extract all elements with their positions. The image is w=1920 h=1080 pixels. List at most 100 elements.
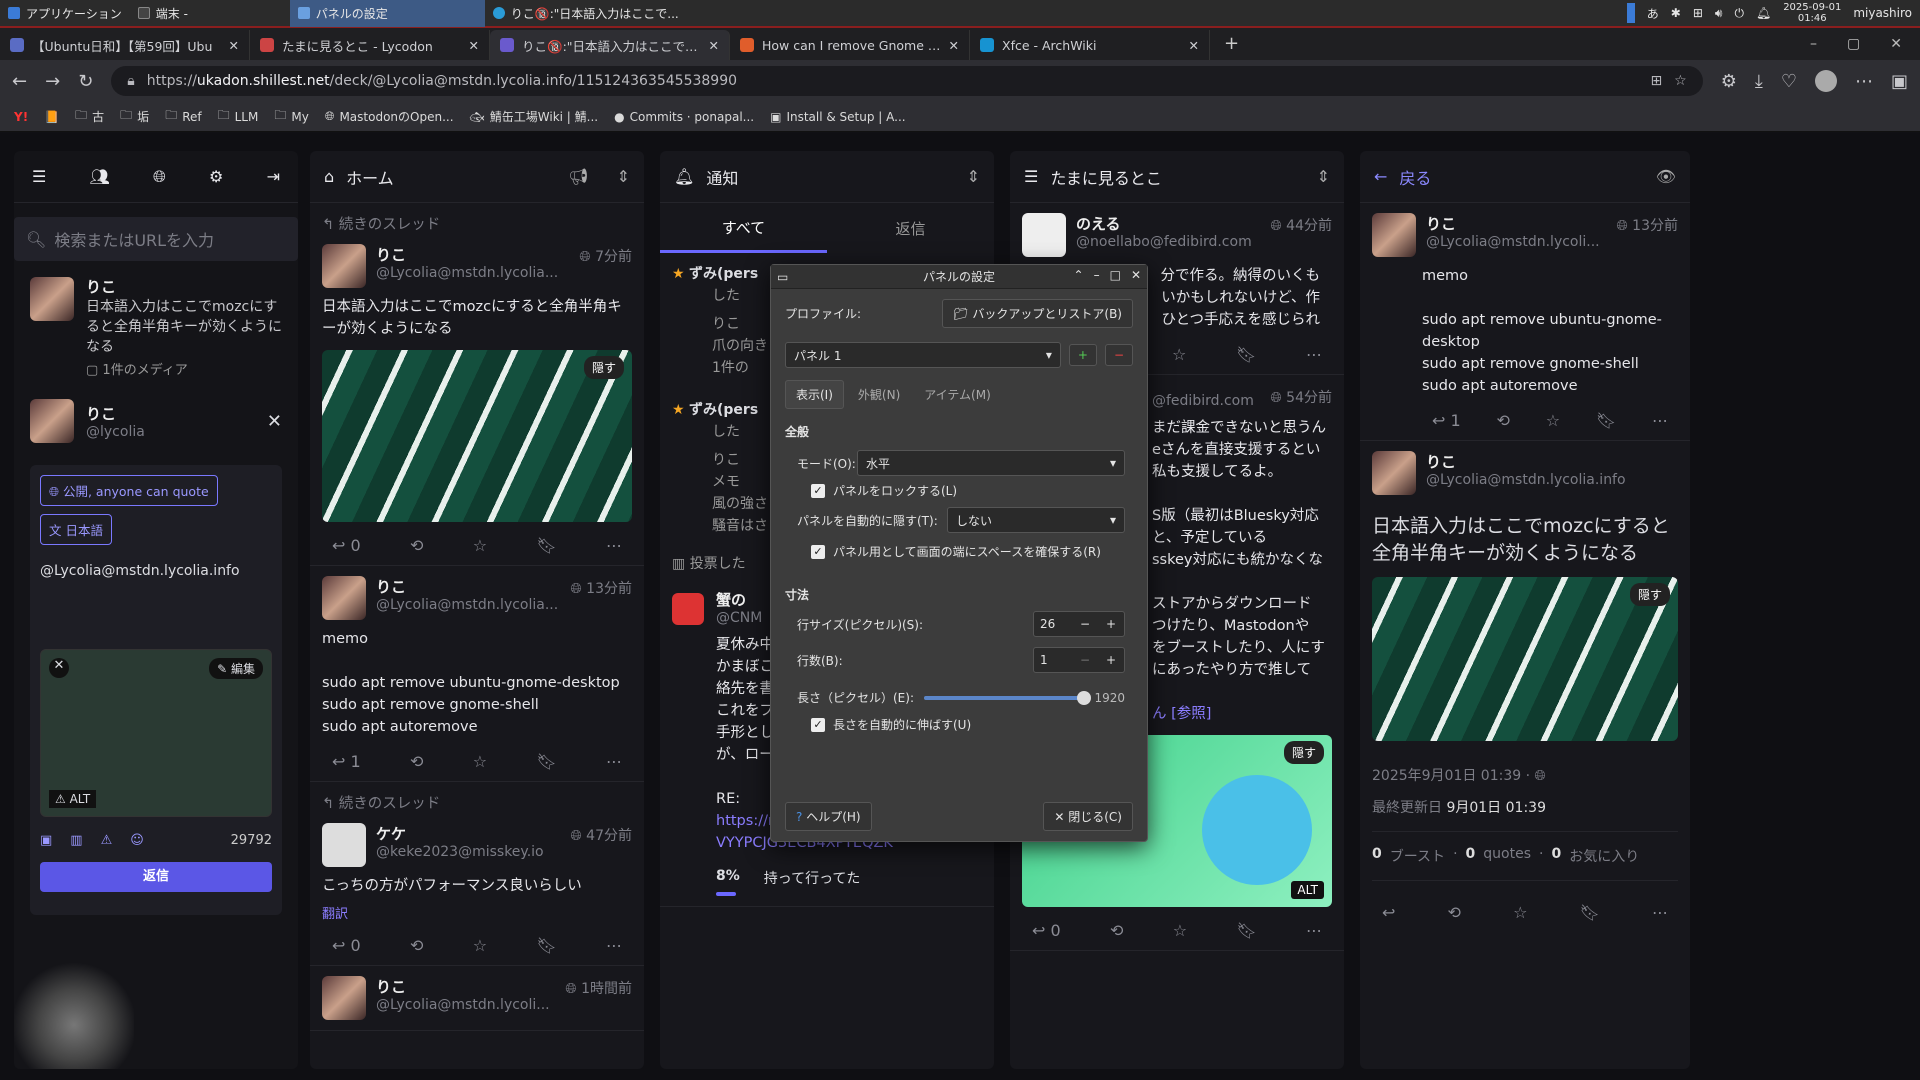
reply-icon[interactable]: ↩ 0: [1032, 921, 1061, 940]
increment-icon[interactable]: +: [1098, 653, 1124, 667]
fav-label[interactable]: お気に入り: [1569, 846, 1639, 866]
row-size-spinner[interactable]: 26− +: [1033, 611, 1125, 637]
post-time[interactable]: 🌐︎ 13分前: [1617, 215, 1678, 235]
attachment-thumbnail[interactable]: ✕ ✎ 編集 ⚠ ALT: [40, 649, 272, 817]
hide-media-button[interactable]: 隠す: [1283, 741, 1324, 764]
post-time[interactable]: 🌐︎ 1時間前: [565, 978, 632, 998]
favourite-icon[interactable]: ☆: [1173, 921, 1187, 940]
minimize-icon[interactable]: –: [1810, 36, 1817, 52]
column-settings-icon[interactable]: ⇕: [1317, 167, 1330, 186]
post-line[interactable]: ん [参照]: [1152, 703, 1332, 725]
reload-icon[interactable]: ↻: [78, 71, 93, 92]
browser-tab[interactable]: Xfce - ArchWiki ✕: [970, 30, 1210, 60]
power-icon[interactable]: ⏻: [1734, 6, 1744, 21]
emoji-icon[interactable]: ☺: [130, 833, 144, 848]
settings-gear-icon[interactable]: ⚙: [209, 167, 223, 186]
author-name[interactable]: りこ: [376, 576, 558, 597]
bookmark-folder[interactable]: 🗀 Ref: [165, 106, 201, 127]
close-icon[interactable]: ✕: [229, 38, 239, 53]
status-post[interactable]: りこ @Lycolia@mstdn.lycoli... 🌐︎ 13分前 memo s…: [1360, 203, 1690, 441]
compose-textarea[interactable]: @Lycolia@mstdn.lycolia.info: [40, 563, 272, 579]
length-slider[interactable]: [924, 690, 1092, 705]
more-icon[interactable]: ⋯: [1306, 921, 1322, 940]
post-date[interactable]: 2025年9月01日 01:39 · 🌐︎: [1372, 765, 1678, 785]
avatar[interactable]: [322, 823, 366, 867]
auto-length-checkbox[interactable]: ✓ 長さを自動的に伸ばす(U): [811, 716, 1147, 733]
more-menu-icon[interactable]: ⋯: [1855, 71, 1873, 92]
reserve-space-checkbox[interactable]: ✓ パネル用として画面の端にスペースを確保する(R): [811, 543, 1147, 560]
more-icon[interactable]: ⋯: [606, 536, 622, 555]
column-title[interactable]: たまに見るとこ: [1050, 165, 1162, 189]
favourite-icon[interactable]: ☆: [1513, 903, 1527, 922]
input-method-icon[interactable]: あ: [1647, 5, 1659, 22]
favorite-star-icon[interactable]: ☆: [1674, 73, 1687, 89]
reply-icon[interactable]: ↩ 0: [332, 936, 361, 955]
shade-icon[interactable]: ⌃: [1074, 268, 1084, 282]
language-button[interactable]: 文 日本語: [40, 514, 112, 545]
task-terminal[interactable]: 端末 -: [130, 0, 290, 27]
author-name[interactable]: りこ: [1426, 213, 1600, 234]
avatar[interactable]: [322, 576, 366, 620]
autohide-select[interactable]: しない ▾: [947, 507, 1125, 533]
slider-knob[interactable]: [1077, 690, 1092, 705]
close-icon[interactable]: ✕: [1131, 268, 1141, 282]
more-icon[interactable]: ⋯: [1652, 903, 1668, 922]
favourite-icon[interactable]: ☆: [1546, 411, 1560, 430]
boost-label[interactable]: ブースト: [1390, 846, 1445, 866]
address-bar[interactable]: 🔒︎ https://ukadon.shillest.net/deck/@Lyc…: [111, 66, 1703, 96]
decrement-icon[interactable]: −: [1072, 653, 1098, 667]
column-settings-icon[interactable]: ⇕: [617, 167, 630, 186]
rows-value[interactable]: 1: [1034, 653, 1072, 667]
image-upload-icon[interactable]: ▣: [40, 833, 52, 848]
post-media[interactable]: 隠す: [1372, 577, 1678, 741]
tab-items[interactable]: アイテム(M): [914, 381, 1001, 408]
bookmark-folder[interactable]: 🗀 古: [75, 106, 104, 127]
forward-icon[interactable]: →: [45, 71, 60, 92]
avatar[interactable]: [672, 593, 704, 625]
hide-media-button[interactable]: 隠す: [1629, 583, 1670, 606]
post-time[interactable]: 🌐︎ 44分前: [1271, 215, 1332, 235]
applications-menu[interactable]: アプリケーション: [0, 0, 130, 27]
author-name[interactable]: のえる: [1076, 213, 1252, 234]
decrement-icon[interactable]: −: [1072, 617, 1098, 631]
people-icon[interactable]: 👥︎: [90, 167, 110, 186]
close-window-icon[interactable]: ✕: [1890, 36, 1902, 52]
maximize-icon[interactable]: ▢: [1847, 36, 1860, 52]
boost-icon[interactable]: ⟲: [1497, 411, 1510, 430]
bookmark-folder[interactable]: 🗀 LLM: [218, 106, 259, 127]
status-post[interactable]: りこ @Lycolia@mstdn.lycolia... 🌐︎ 13分前 memo…: [310, 566, 644, 782]
announcements-icon[interactable]: 📢︎: [568, 167, 588, 186]
reply-submit-button[interactable]: 返信: [40, 862, 272, 892]
volume-icon[interactable]: 🔊︎: [1715, 6, 1723, 21]
alt-badge[interactable]: ⚠ ALT: [49, 790, 97, 808]
add-panel-button[interactable]: +: [1068, 344, 1097, 366]
close-icon[interactable]: ✕: [949, 38, 959, 53]
browser-tab[interactable]: 【Ubuntu日和】【第59回】Ubu ✕: [0, 30, 250, 60]
author-name[interactable]: りこ: [1426, 451, 1626, 472]
reply-icon[interactable]: ↩ 1: [332, 752, 361, 771]
bookmark-icon[interactable]: 🔖︎: [1596, 411, 1616, 430]
row-size-value[interactable]: 26: [1034, 617, 1072, 631]
user-name[interactable]: miyashiro: [1853, 6, 1912, 20]
post-time[interactable]: 🌐︎ 54分前: [1271, 387, 1332, 407]
bookmark-icon[interactable]: 🔖︎: [536, 752, 556, 771]
boost-icon[interactable]: ⟲: [410, 936, 423, 955]
bookmark-folder[interactable]: 🗀 垢: [120, 106, 149, 127]
reply-icon[interactable]: ↩ 1: [1432, 411, 1461, 430]
favourite-icon[interactable]: ☆: [473, 936, 487, 955]
poll-option[interactable]: 8% 持って行ってた: [716, 868, 982, 888]
avatar[interactable]: [1372, 451, 1416, 495]
remove-panel-button[interactable]: −: [1104, 344, 1133, 366]
extensions-icon[interactable]: ⚙: [1721, 71, 1737, 92]
bookmark-item[interactable]: 📙: [44, 110, 59, 124]
avatar[interactable]: [1022, 213, 1066, 257]
actor-name[interactable]: ずみ(pers: [689, 402, 758, 418]
reader-view-icon[interactable]: ⊞: [1650, 73, 1662, 89]
edit-attachment-button[interactable]: ✎ 編集: [209, 658, 263, 679]
cancel-reply-icon[interactable]: ✕: [267, 411, 282, 432]
clock[interactable]: 2025-09-01 01:46: [1783, 2, 1841, 24]
bookmark-item[interactable]: ● Commits · ponapal...: [614, 110, 754, 124]
favourite-icon[interactable]: ☆: [1172, 345, 1186, 364]
bookmark-icon[interactable]: 🔖︎: [536, 536, 556, 555]
panel-select[interactable]: パネル 1 ▾: [785, 342, 1061, 368]
